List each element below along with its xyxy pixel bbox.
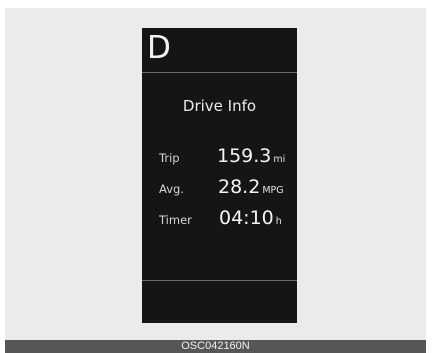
average-label: Avg. (159, 182, 184, 196)
caption-bar: OSC042160N (5, 340, 426, 353)
average-unit: MPG (262, 185, 284, 196)
trip-value: 159.3 mi (217, 145, 286, 167)
trip-row: Trip 159.3 mi (142, 142, 297, 168)
timer-value: 04:10 h (219, 207, 282, 229)
timer-label: Timer (159, 213, 192, 227)
bottom-divider (142, 280, 297, 281)
cluster-display: D Drive Info Trip 159.3 mi Avg. 28.2 MPG T… (142, 28, 297, 323)
trip-unit: mi (273, 154, 286, 165)
timer-row: Timer 04:10 h (142, 204, 297, 230)
gear-indicator: D (147, 30, 171, 66)
average-value: 28.2 MPG (218, 176, 284, 198)
trip-label: Trip (159, 151, 180, 165)
figure-code: OSC042160N (181, 340, 250, 352)
top-divider (142, 72, 297, 73)
average-row: Avg. 28.2 MPG (142, 173, 297, 199)
timer-unit: h (275, 216, 282, 227)
drive-info-title: Drive Info (182, 97, 257, 115)
